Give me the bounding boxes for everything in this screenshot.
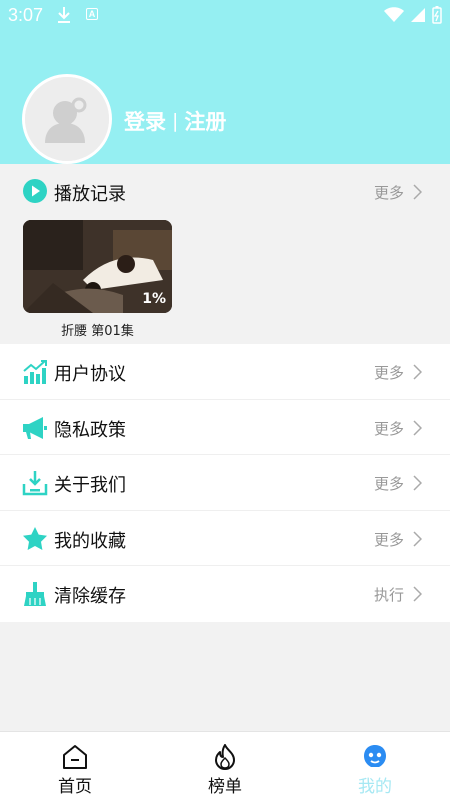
play-circle-icon <box>23 179 47 203</box>
flame-icon <box>215 744 235 770</box>
tab-mine[interactable]: 我的 <box>300 732 450 801</box>
home-icon <box>63 745 87 769</box>
tab-home-label: 首页 <box>58 777 92 797</box>
history-progress: 1% <box>142 291 166 307</box>
star-icon <box>23 526 47 550</box>
play-history-more[interactable]: 更多 <box>374 182 404 203</box>
menu-action: 执行 <box>373 586 404 605</box>
a-badge-icon: A <box>86 8 98 20</box>
tab-home[interactable]: 首页 <box>0 732 150 801</box>
chevron-right-icon <box>413 364 422 380</box>
signal-icon <box>411 8 425 22</box>
login-register: 登录 | 注册 <box>124 106 226 136</box>
login-link[interactable]: 登录 <box>124 106 166 136</box>
menu-label: 我的收藏 <box>54 530 126 552</box>
bottom-tab-bar: 首页 榜单 我的 <box>0 731 450 801</box>
chevron-right-icon <box>413 184 422 200</box>
play-history-header[interactable]: 播放记录 更多 <box>0 164 450 218</box>
chart-growth-icon <box>23 360 47 384</box>
menu-item-clear-cache[interactable]: 清除缓存 执行 <box>0 566 450 622</box>
menu-action: 更多 <box>373 530 404 549</box>
tab-ranking-label: 榜单 <box>208 777 242 797</box>
menu-label: 清除缓存 <box>54 586 126 608</box>
settings-menu: 用户协议 更多 隐私政策 更多 关于我们 更多 我的收藏 更多 清除缓存 执行 <box>0 344 450 622</box>
status-indicators <box>384 6 442 24</box>
tab-ranking[interactable]: 榜单 <box>150 732 300 801</box>
chevron-right-icon <box>413 420 422 436</box>
battery-icon <box>432 6 442 24</box>
register-link[interactable]: 注册 <box>184 106 226 136</box>
play-history-title: 播放记录 <box>54 184 126 205</box>
history-item-title: 折腰 第01集 <box>61 324 134 339</box>
menu-label: 隐私政策 <box>54 419 126 441</box>
play-history-section: 播放记录 更多 1% 折腰 第01集 <box>0 164 450 344</box>
tab-mine-label: 我的 <box>358 777 392 797</box>
profile-header: 3:07 A 登录 | 注册 <box>0 0 450 164</box>
wifi-icon <box>384 7 404 22</box>
menu-item-privacy-policy[interactable]: 隐私政策 更多 <box>0 400 450 456</box>
download-icon <box>56 6 72 29</box>
chevron-right-icon <box>413 586 422 602</box>
status-time: 3:07 <box>8 5 44 25</box>
status-bar: 3:07 A <box>0 0 450 30</box>
menu-label: 用户协议 <box>54 364 126 385</box>
menu-item-user-agreement[interactable]: 用户协议 更多 <box>0 344 450 400</box>
menu-label: 关于我们 <box>54 475 126 497</box>
chevron-right-icon <box>413 531 422 547</box>
broom-icon <box>24 582 46 607</box>
login-separator: | <box>172 110 179 132</box>
avatar[interactable] <box>22 74 112 164</box>
default-user-icon <box>25 77 109 161</box>
menu-item-about-us[interactable]: 关于我们 更多 <box>0 455 450 511</box>
menu-action: 更多 <box>373 364 404 382</box>
download-tray-icon <box>22 471 48 496</box>
megaphone-icon <box>23 416 47 439</box>
menu-action: 更多 <box>373 475 404 494</box>
menu-action: 更多 <box>373 419 404 438</box>
chevron-right-icon <box>413 475 422 491</box>
robot-face-icon <box>364 745 386 767</box>
menu-item-my-favorites[interactable]: 我的收藏 更多 <box>0 511 450 567</box>
history-thumbnail[interactable]: 1% <box>23 220 172 313</box>
